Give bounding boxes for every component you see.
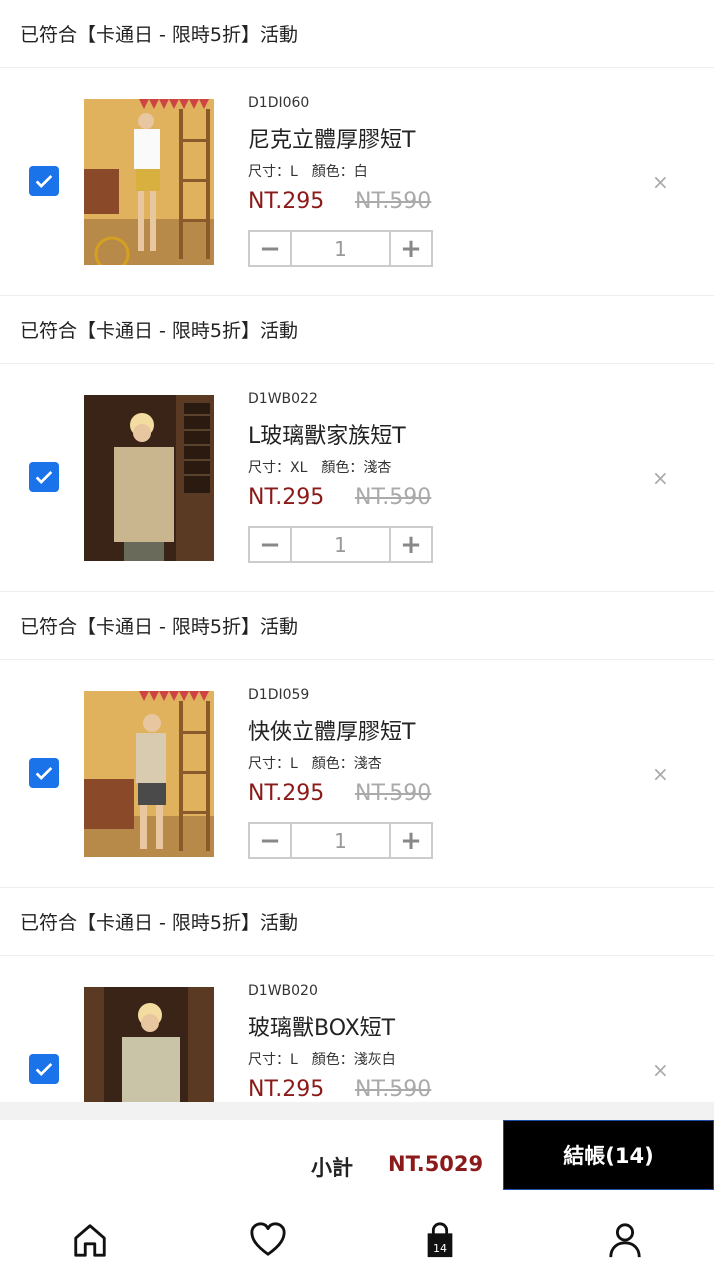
sale-price: NT.295 [248, 189, 325, 214]
product-image[interactable] [84, 395, 214, 561]
sale-price: NT.295 [248, 1077, 325, 1102]
original-price: NT.590 [355, 781, 432, 806]
product-sku: D1WB020 [248, 983, 318, 999]
checkout-bar: 小計 NT.5029 結帳(14) [0, 1120, 714, 1192]
subtotal-label: 小計 [311, 1156, 353, 1180]
heart-icon[interactable] [246, 1218, 290, 1262]
cart-bag-icon[interactable]: 14 [418, 1218, 462, 1262]
original-price: NT.590 [355, 1077, 432, 1102]
cart-item: D1DI060 尼克立體厚膠短T 尺寸：L 顏色：白 NT.295 NT.590… [0, 68, 714, 296]
check-icon [35, 174, 53, 188]
product-sku: D1DI060 [248, 95, 310, 111]
increase-button[interactable]: + [391, 824, 431, 857]
select-checkbox[interactable] [29, 1054, 59, 1084]
quantity-value[interactable]: 1 [290, 232, 391, 265]
check-icon [35, 470, 53, 484]
check-icon [35, 1062, 53, 1076]
remove-icon[interactable]: × [652, 762, 669, 786]
quantity-stepper: − 1 + [248, 822, 433, 859]
home-icon[interactable] [68, 1218, 112, 1262]
quantity-value[interactable]: 1 [290, 528, 391, 561]
select-checkbox[interactable] [29, 758, 59, 788]
cart-item: D1WB020 玻璃獸BOX短T 尺寸：L 顏色：淺灰白 NT.295 NT.5… [0, 956, 714, 1102]
select-checkbox[interactable] [29, 462, 59, 492]
product-spec: 尺寸：XL 顏色：淺杏 [248, 460, 392, 476]
quantity-stepper: − 1 + [248, 526, 433, 563]
product-name[interactable]: L玻璃獸家族短T [248, 418, 406, 450]
sale-price: NT.295 [248, 485, 325, 510]
select-checkbox[interactable] [29, 166, 59, 196]
quantity-stepper: − 1 + [248, 230, 433, 267]
promo-banner: 已符合【卡通日 - 限時5折】活動 [0, 592, 714, 660]
remove-icon[interactable]: × [652, 1058, 669, 1082]
decrease-button[interactable]: − [250, 232, 290, 265]
decrease-button[interactable]: − [250, 528, 290, 561]
product-spec: 尺寸：L 顏色：白 [248, 164, 368, 180]
remove-icon[interactable]: × [652, 170, 669, 194]
product-image[interactable] [84, 691, 214, 857]
original-price: NT.590 [355, 485, 432, 510]
product-spec: 尺寸：L 顏色：淺杏 [248, 756, 382, 772]
cart-item: D1WB022 L玻璃獸家族短T 尺寸：XL 顏色：淺杏 NT.295 NT.5… [0, 364, 714, 592]
quantity-value[interactable]: 1 [290, 824, 391, 857]
check-icon [35, 766, 53, 780]
product-image[interactable] [84, 987, 214, 1102]
cart-count-badge: 14 [433, 1242, 447, 1255]
product-image[interactable] [84, 99, 214, 265]
decrease-button[interactable]: − [250, 824, 290, 857]
product-name[interactable]: 快俠立體厚膠短T [248, 714, 415, 746]
increase-button[interactable]: + [391, 528, 431, 561]
checkout-button[interactable]: 結帳(14) [503, 1120, 714, 1190]
product-name[interactable]: 玻璃獸BOX短T [248, 1010, 395, 1042]
user-icon[interactable] [603, 1218, 647, 1262]
promo-banner: 已符合【卡通日 - 限時5折】活動 [0, 296, 714, 364]
subtotal-value: NT.5029 [388, 1152, 484, 1176]
remove-icon[interactable]: × [652, 466, 669, 490]
product-sku: D1WB022 [248, 391, 318, 407]
cart-list[interactable]: 已符合【卡通日 - 限時5折】活動 D1DI060 尼克立體厚膠短T 尺寸：L … [0, 0, 714, 1102]
product-name[interactable]: 尼克立體厚膠短T [248, 122, 415, 154]
cart-item: D1DI059 快俠立體厚膠短T 尺寸：L 顏色：淺杏 NT.295 NT.59… [0, 660, 714, 888]
product-sku: D1DI059 [248, 687, 310, 703]
original-price: NT.590 [355, 189, 432, 214]
increase-button[interactable]: + [391, 232, 431, 265]
bottom-tab-bar: 14 [0, 1208, 714, 1280]
promo-banner: 已符合【卡通日 - 限時5折】活動 [0, 888, 714, 956]
promo-banner: 已符合【卡通日 - 限時5折】活動 [0, 0, 714, 68]
product-spec: 尺寸：L 顏色：淺灰白 [248, 1052, 396, 1068]
footer-divider [0, 1102, 714, 1120]
sale-price: NT.295 [248, 781, 325, 806]
